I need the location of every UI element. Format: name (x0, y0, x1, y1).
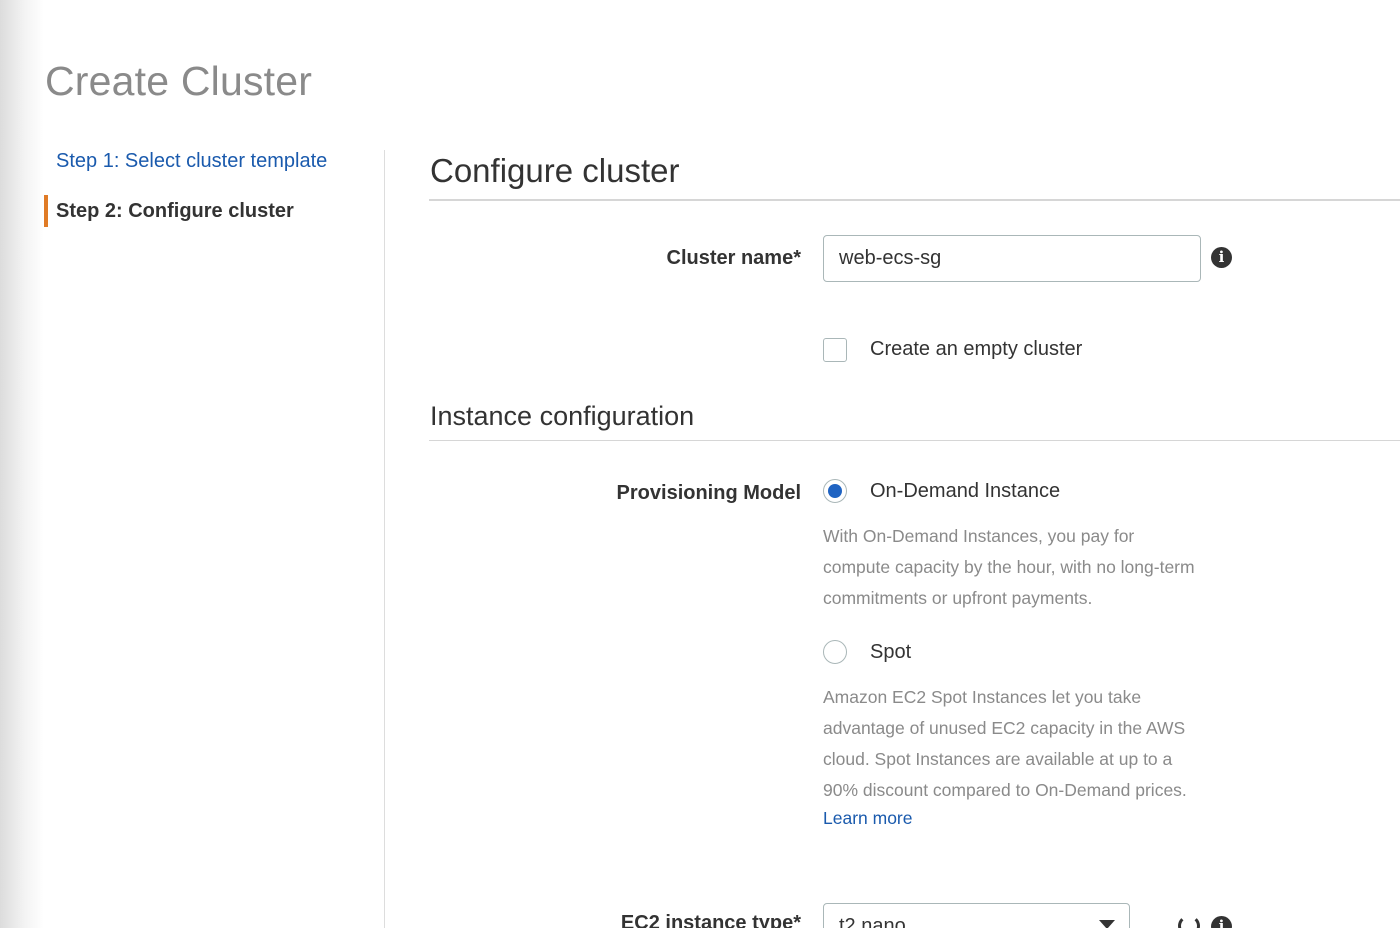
step-1-link[interactable]: Step 1: Select cluster template (44, 145, 384, 177)
info-icon[interactable]: i (1211, 247, 1232, 268)
vertical-divider (384, 150, 385, 928)
empty-cluster-label[interactable]: Create an empty cluster (870, 338, 1082, 361)
chevron-down-icon (1099, 920, 1115, 928)
instance-configuration-heading: Instance configuration (430, 401, 695, 431)
spot-radio[interactable] (823, 640, 847, 664)
learn-more-link[interactable]: Learn more (823, 808, 913, 829)
empty-cluster-checkbox[interactable] (823, 338, 847, 362)
info-icon[interactable]: i (1211, 916, 1232, 928)
section-divider (429, 440, 1400, 441)
provisioning-model-label: Provisioning Model (616, 482, 801, 504)
step-2-active: Step 2: Configure cluster (44, 195, 384, 227)
section-divider (429, 199, 1400, 201)
wizard-steps: Step 1: Select cluster template Step 2: … (44, 145, 384, 245)
page-title: Create Cluster (45, 58, 313, 104)
spot-label[interactable]: Spot (870, 641, 911, 664)
on-demand-help-text: With On-Demand Instances, you pay for co… (823, 526, 1195, 608)
spot-help-text: Amazon EC2 Spot Instances let you take a… (823, 687, 1187, 800)
refresh-icon[interactable] (1178, 915, 1200, 928)
on-demand-radio[interactable] (823, 479, 847, 503)
left-edge-shadow (0, 0, 44, 928)
ec2-instance-type-value: t2.nano (839, 915, 906, 928)
cluster-name-label: Cluster name* (666, 247, 802, 269)
ec2-instance-type-label: EC2 instance type* (620, 912, 801, 928)
ec2-instance-type-select[interactable]: t2.nano (823, 903, 1130, 928)
on-demand-label[interactable]: On-Demand Instance (870, 480, 1060, 503)
cluster-name-input[interactable] (823, 235, 1201, 282)
configure-cluster-heading: Configure cluster (430, 152, 680, 189)
